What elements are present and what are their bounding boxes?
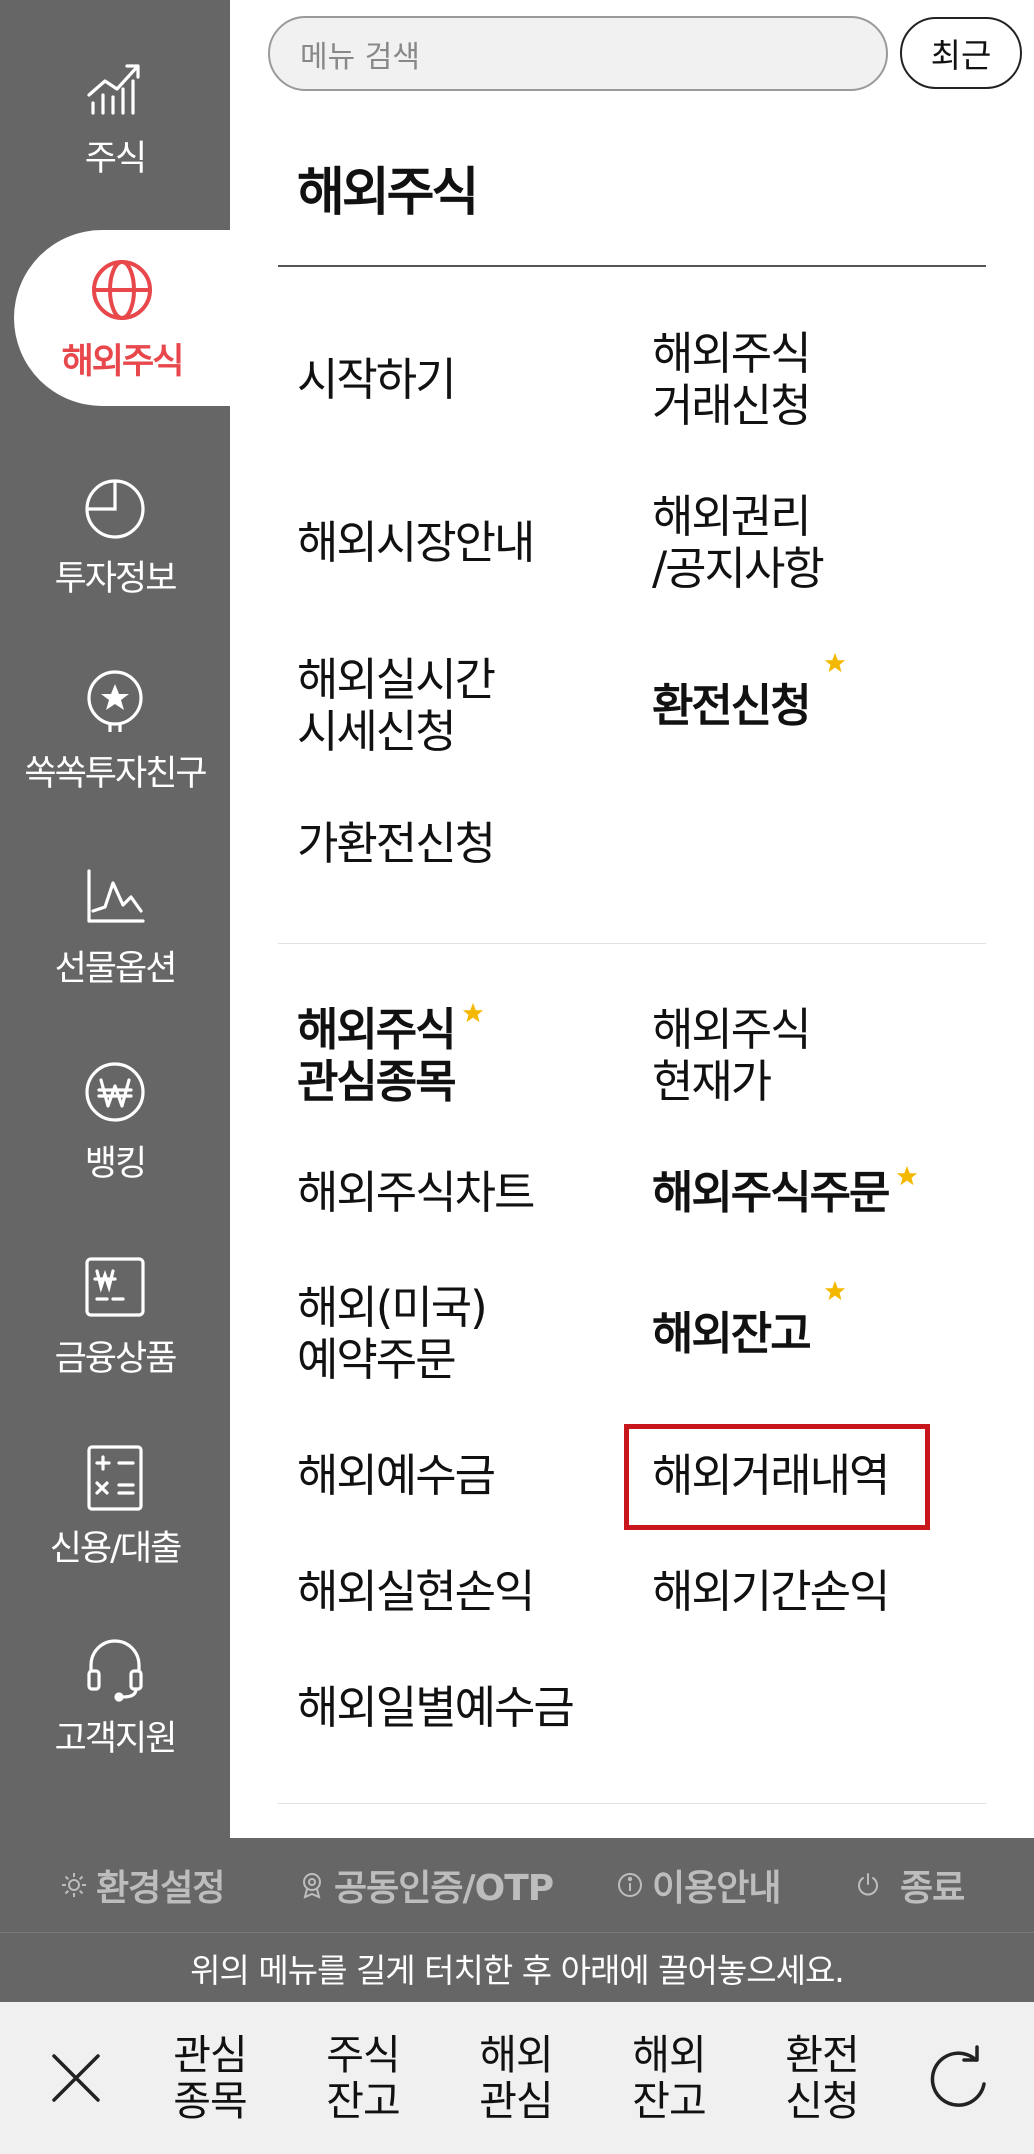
sidebar-item-stock[interactable]: 주식 bbox=[0, 20, 230, 210]
favorite-star-icon bbox=[896, 1165, 918, 1186]
won-card-icon bbox=[78, 1250, 152, 1324]
power-icon bbox=[858, 1873, 878, 1896]
exit-label: 종료 bbox=[900, 1868, 965, 1909]
sidebar-item-label: 주식 bbox=[84, 138, 147, 179]
quick-item-watchlist[interactable]: 관심 종목 bbox=[150, 2032, 270, 2124]
settings-label: 환경설정 bbox=[96, 1868, 225, 1909]
menu-item-period-pnl[interactable]: 해외기간손익 bbox=[652, 1566, 890, 1618]
favorite-star-icon bbox=[824, 652, 846, 673]
menu-item-stock-order[interactable]: 해외주식주문 bbox=[652, 1167, 890, 1219]
sidebar-item-customer-support[interactable]: 고객지원 bbox=[0, 1600, 230, 1790]
star-badge-icon bbox=[78, 665, 152, 739]
sidebar-item-banking[interactable]: 뱅킹 bbox=[0, 1025, 230, 1215]
group-divider bbox=[278, 1803, 986, 1804]
sidebar-item-credit-loan[interactable]: 신용/대출 bbox=[0, 1410, 230, 1600]
sidebar-item-label: 금융상품 bbox=[54, 1338, 178, 1379]
search-input[interactable]: 메뉴 검색 bbox=[268, 16, 888, 91]
exit-button[interactable]: 종료 bbox=[854, 1838, 965, 1932]
quick-item-stock-balance[interactable]: 주식 잔고 bbox=[303, 2032, 423, 2124]
certificate-icon bbox=[303, 1873, 321, 1899]
menu-item-provisional-exchange[interactable]: 가환전신청 bbox=[297, 818, 496, 870]
sidebar-item-invest-friend[interactable]: 쏙쏙투자친구 bbox=[0, 635, 230, 825]
futures-chart-icon bbox=[78, 860, 152, 934]
quick-item-exchange-apply[interactable]: 환전 신청 bbox=[762, 2032, 882, 2124]
sidebar-item-label: 쏙쏙투자친구 bbox=[24, 753, 207, 794]
menu-item-overseas-balance[interactable]: 해외잔고 bbox=[652, 1308, 812, 1360]
favorite-star-icon bbox=[462, 1002, 484, 1023]
sidebar-item-label: 신용/대출 bbox=[49, 1528, 183, 1569]
menu-item-realtime-quote-apply[interactable]: 해외실시간 시세신청 bbox=[297, 654, 496, 758]
calculator-icon bbox=[78, 1440, 152, 1514]
settings-bar: 환경설정 공동인증/OTP 이용안내 종료 bbox=[0, 1838, 1034, 1932]
recent-button[interactable]: 최근 bbox=[900, 17, 1022, 89]
sidebar-item-financial-products[interactable]: 금융상품 bbox=[0, 1220, 230, 1410]
headset-icon bbox=[78, 1630, 152, 1704]
menu-item-getting-started[interactable]: 시작하기 bbox=[297, 354, 457, 406]
sidebar-item-label: 선물옵션 bbox=[54, 948, 178, 989]
sidebar-item-overseas-stock[interactable]: 해외주식 bbox=[14, 230, 230, 406]
close-icon[interactable] bbox=[36, 2038, 116, 2118]
gear-icon bbox=[62, 1873, 86, 1897]
section-divider bbox=[278, 265, 986, 267]
refresh-icon[interactable] bbox=[920, 2038, 1000, 2118]
favorite-star-icon bbox=[824, 1280, 846, 1301]
menu-item-market-guide[interactable]: 해외시장안내 bbox=[297, 517, 535, 569]
certificate-otp-label: 공동인증/OTP bbox=[334, 1868, 554, 1909]
settings-button[interactable]: 환경설정 bbox=[60, 1838, 225, 1932]
quick-item-overseas-watchlist[interactable]: 해외 관심 bbox=[456, 2032, 576, 2124]
menu-item-rights-notices[interactable]: 해외권리 /공지사항 bbox=[652, 491, 825, 595]
menu-item-deposit[interactable]: 해외예수금 bbox=[297, 1450, 496, 1502]
menu-item-daily-deposit[interactable]: 해외일별예수금 bbox=[297, 1682, 575, 1734]
usage-guide-button[interactable]: 이용안내 bbox=[616, 1838, 781, 1932]
sidebar-item-invest-info[interactable]: 투자정보 bbox=[0, 440, 230, 630]
sidebar-item-futures[interactable]: 선물옵션 bbox=[0, 830, 230, 1020]
globe-icon bbox=[85, 253, 159, 327]
quick-item-overseas-balance[interactable]: 해외 잔고 bbox=[609, 2032, 729, 2124]
search-placeholder: 메뉴 검색 bbox=[300, 39, 420, 75]
sidebar-item-label: 투자정보 bbox=[54, 558, 178, 599]
stock-chart-icon bbox=[78, 50, 152, 124]
sidebar-item-label: 고객지원 bbox=[54, 1718, 178, 1759]
menu-item-exchange-apply[interactable]: 환전신청 bbox=[652, 680, 812, 732]
menu-item-watchlist[interactable]: 해외주식 관심종목 bbox=[297, 1004, 457, 1108]
certificate-otp-button[interactable]: 공동인증/OTP bbox=[298, 1838, 554, 1932]
sidebar-item-label: 뱅킹 bbox=[84, 1143, 147, 1184]
drag-hint: 위의 메뉴를 길게 터치한 후 아래에 끌어놓으세요. bbox=[0, 1932, 1034, 2002]
menu-item-stock-chart[interactable]: 해외주식차트 bbox=[297, 1167, 535, 1219]
menu-item-us-reserved-order[interactable]: 해외(미국) 예약주문 bbox=[297, 1282, 488, 1386]
group-divider bbox=[278, 943, 986, 944]
section-title: 해외주식 bbox=[297, 163, 479, 223]
pie-chart-icon bbox=[78, 470, 152, 544]
won-coin-icon bbox=[78, 1055, 152, 1129]
menu-panel: 메뉴 검색 최근 해외주식 시작하기 해외주식 거래신청 해외시장안내 해외권리… bbox=[230, 0, 1034, 1838]
info-icon bbox=[618, 1873, 642, 1897]
menu-item-current-price[interactable]: 해외주식 현재가 bbox=[652, 1004, 812, 1108]
menu-item-overseas-trade-apply[interactable]: 해외주식 거래신청 bbox=[652, 328, 812, 432]
menu-item-realized-pnl[interactable]: 해외실현손익 bbox=[297, 1566, 535, 1618]
menu-item-transaction-history[interactable]: 해외거래내역 bbox=[652, 1450, 890, 1502]
quick-menu-bar: 관심 종목 주식 잔고 해외 관심 해외 잔고 환전 신청 bbox=[0, 2002, 1034, 2154]
usage-guide-label: 이용안내 bbox=[652, 1868, 781, 1909]
sidebar: 주식 해외주식 투자정보 쏙쏙투자친구 선물옵션 뱅킹 금융상품 신용/대출 고… bbox=[0, 0, 230, 1838]
sidebar-item-label: 해외주식 bbox=[61, 341, 185, 382]
